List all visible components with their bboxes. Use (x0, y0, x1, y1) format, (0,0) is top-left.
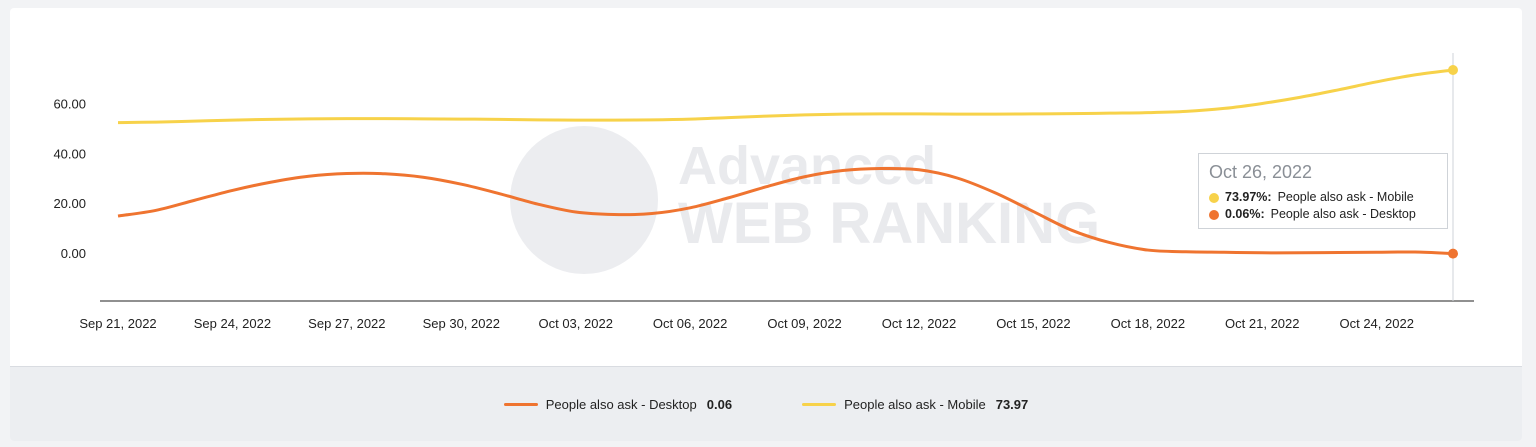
x-tick-label: Oct 18, 2022 (1111, 316, 1185, 331)
tooltip-value-desktop: 0.06%: (1225, 207, 1265, 221)
x-tick-label: Oct 09, 2022 (767, 316, 841, 331)
tooltip-dot-mobile (1209, 192, 1219, 203)
legend-item-desktop[interactable]: People also ask - Desktop 0.06 (503, 397, 733, 412)
legend-value-mobile: 73.97 (995, 397, 1029, 412)
x-tick-label: Sep 30, 2022 (423, 316, 500, 331)
tooltip-dot-desktop (1209, 209, 1219, 220)
tooltip-row-desktop: 0.06%: People also ask - Desktop (1209, 206, 1437, 223)
y-tick-label: 20.00 (53, 196, 86, 211)
hover-point-mobile[interactable] (1448, 64, 1458, 75)
chart-tooltip: Oct 26, 2022 73.97%: People also ask - M… (1198, 153, 1448, 229)
tooltip-value-mobile: 73.97%: (1225, 190, 1272, 204)
legend-value-desktop: 0.06 (706, 397, 733, 412)
y-axis-ticks: 0.00 20.00 40.00 60.00 (53, 97, 86, 261)
x-axis-ticks: Sep 21, 2022 Sep 24, 2022 Sep 27, 2022 Sep … (79, 316, 1414, 331)
x-tick-label: Oct 06, 2022 (653, 316, 727, 331)
series-line-mobile[interactable] (117, 68, 1454, 125)
y-tick-label: 60.00 (53, 97, 86, 112)
y-tick-label: 40.00 (53, 146, 86, 161)
x-tick-label: Oct 21, 2022 (1225, 316, 1299, 331)
x-tick-label: Sep 24, 2022 (194, 316, 271, 331)
chart-card: Advanced WEB RANKING 0.00 20.00 40.00 60.00… (10, 8, 1522, 441)
tooltip-label-desktop: People also ask - Desktop (1270, 207, 1416, 221)
tooltip-label-mobile: People also ask - Mobile (1277, 190, 1414, 204)
chart-legend: People also ask - Desktop 0.06 People al… (10, 366, 1522, 441)
x-tick-label: Oct 15, 2022 (996, 316, 1070, 331)
watermark-line2: WEB RANKING (678, 191, 1100, 256)
tooltip-row-mobile: 73.97%: People also ask - Mobile (1209, 189, 1437, 206)
x-tick-label: Sep 27, 2022 (308, 316, 385, 331)
x-tick-label: Oct 24, 2022 (1339, 316, 1413, 331)
x-tick-label: Oct 12, 2022 (882, 316, 956, 331)
legend-swatch-desktop (503, 403, 538, 406)
watermark-line1: Advanced (678, 136, 936, 196)
x-tick-label: Sep 21, 2022 (79, 316, 156, 331)
legend-label-desktop: People also ask - Desktop (545, 397, 697, 412)
hover-point-desktop[interactable] (1448, 248, 1458, 259)
tooltip-date: Oct 26, 2022 (1209, 162, 1313, 182)
legend-swatch-mobile (802, 403, 837, 406)
watermark-globe-icon (510, 126, 658, 274)
x-tick-label: Oct 03, 2022 (538, 316, 612, 331)
legend-item-mobile[interactable]: People also ask - Mobile 73.97 (802, 397, 1028, 412)
y-tick-label: 0.00 (61, 246, 86, 261)
legend-label-mobile: People also ask - Mobile (844, 397, 986, 412)
